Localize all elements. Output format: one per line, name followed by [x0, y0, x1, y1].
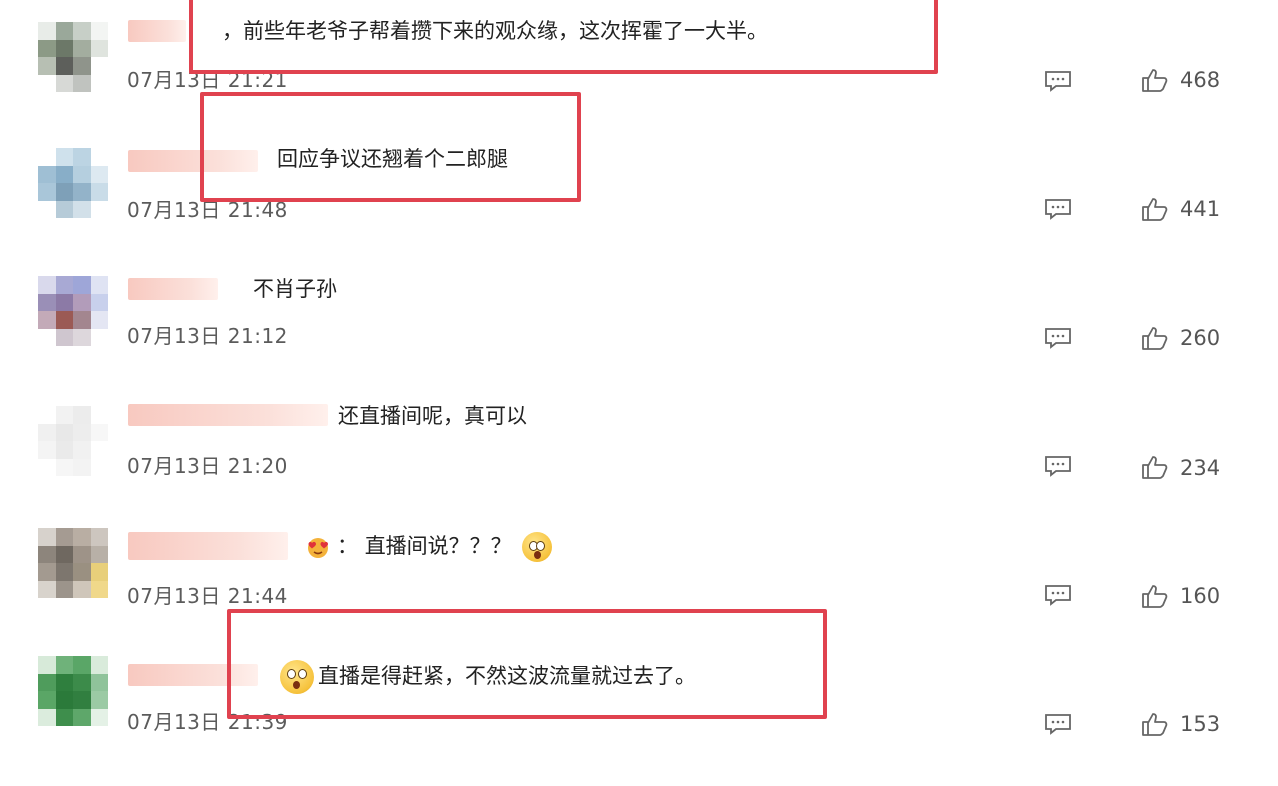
thumbs-up-icon[interactable] — [1141, 196, 1169, 222]
thumbs-up-icon[interactable] — [1141, 67, 1169, 93]
thumbs-up-icon[interactable] — [1141, 454, 1169, 480]
thumbs-up-icon[interactable] — [1141, 325, 1169, 351]
comment-text: 不肖子孙 — [253, 277, 337, 301]
highlight-box — [189, 0, 938, 74]
comment-text: 直播间说？？？ — [364, 534, 512, 558]
comment-bubble-icon[interactable] — [1044, 713, 1072, 735]
nickname-blurred[interactable] — [128, 532, 288, 560]
avatar[interactable] — [38, 22, 108, 92]
comment-bubble-icon[interactable] — [1044, 327, 1072, 349]
comment-item-4: 还直播间呢，真可以 07月13日 21:20 234 — [0, 398, 1278, 528]
thumbs-up-icon[interactable] — [1141, 583, 1169, 609]
comment-text-row: ： 直播间说？？？ — [305, 531, 556, 562]
avatar[interactable] — [38, 528, 108, 598]
nickname-blurred[interactable] — [128, 278, 218, 300]
comment-bubble-icon[interactable] — [1044, 198, 1072, 220]
like-count: 468 — [1180, 68, 1221, 92]
highlight-box — [227, 609, 827, 719]
comment-time: 07月13日 21:20 — [127, 454, 288, 478]
highlight-box — [200, 92, 581, 202]
comment-item-3: 不肖子孙 07月13日 21:12 260 — [0, 268, 1278, 398]
comment-time: 07月13日 21:12 — [127, 324, 288, 348]
comment-bubble-icon[interactable] — [1044, 70, 1072, 92]
love-eyes-emoji-icon — [305, 535, 331, 559]
like-count: 153 — [1180, 712, 1221, 736]
avatar[interactable] — [38, 406, 108, 476]
like-count: 260 — [1180, 326, 1221, 350]
comment-text: 还直播间呢，真可以 — [338, 404, 527, 428]
nickname-blurred[interactable] — [128, 404, 328, 426]
comment-text-prefix: ： — [337, 534, 358, 558]
thumbs-up-icon[interactable] — [1141, 711, 1169, 737]
comment-bubble-icon[interactable] — [1044, 584, 1072, 606]
like-count: 234 — [1180, 456, 1221, 480]
nickname-blurred[interactable] — [128, 20, 186, 42]
avatar[interactable] — [38, 656, 108, 726]
comment-bubble-icon[interactable] — [1044, 455, 1072, 477]
like-count: 160 — [1180, 584, 1221, 608]
comment-item-2: 回应争议还翘着个二郎腿 07月13日 21:48 441 — [0, 138, 1278, 268]
avatar[interactable] — [38, 276, 108, 346]
comment-time: 07月13日 21:44 — [127, 584, 288, 608]
like-count: 441 — [1180, 197, 1221, 221]
surprised-face-emoji-icon — [522, 532, 553, 562]
avatar[interactable] — [38, 148, 108, 218]
